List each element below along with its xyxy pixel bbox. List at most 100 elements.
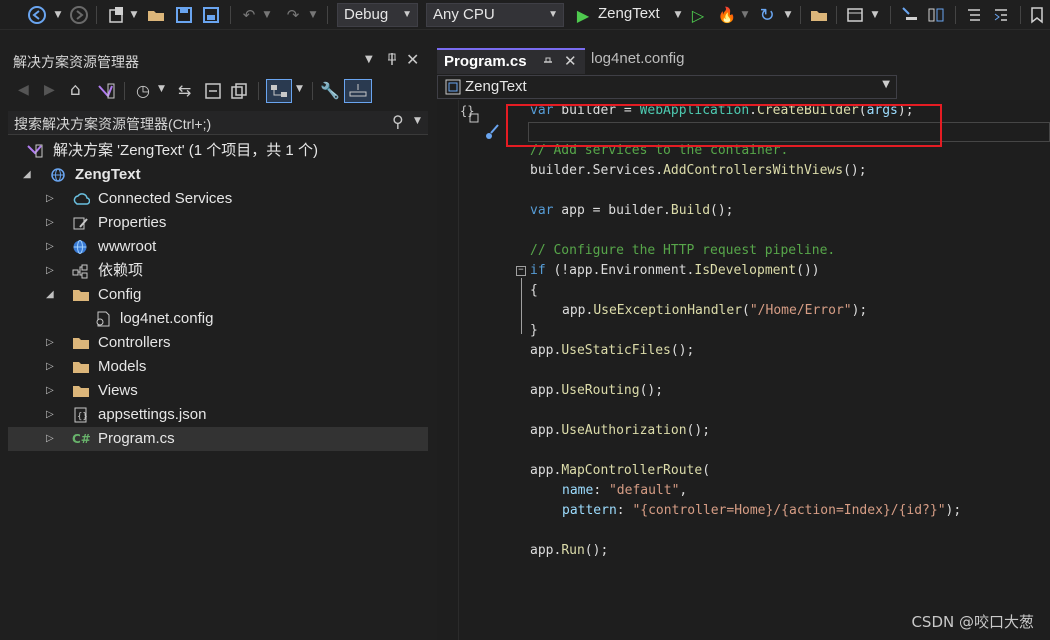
start-without-debug-icon[interactable]: ▷	[688, 5, 708, 25]
collapsed-arrow-icon[interactable]: ▷	[46, 187, 54, 211]
chevron-down-icon[interactable]: ▼	[52, 5, 64, 25]
tree-item-label: log4net.config	[120, 310, 214, 327]
collapse-all-icon[interactable]	[204, 82, 222, 104]
code-editor[interactable]	[437, 100, 1050, 640]
project-node[interactable]: ◢ ZengText	[8, 163, 428, 187]
tree-item-label: Controllers	[98, 334, 171, 351]
save-all-icon[interactable]	[200, 5, 222, 25]
solution-explorer-title: 解决方案资源管理器	[13, 54, 139, 70]
collapsed-arrow-icon[interactable]: ▷	[46, 235, 54, 259]
navigation-bar-scope[interactable]: ZengText ▼	[437, 75, 897, 99]
refresh-icon[interactable]: ↻	[756, 5, 778, 26]
preview-toggle-icon[interactable]	[344, 79, 372, 103]
startup-project-label[interactable]: ZengText	[598, 5, 660, 22]
folder-search-icon[interactable]	[808, 5, 830, 25]
tab-log4net-config[interactable]: log4net.config	[591, 50, 751, 72]
code-line: {	[530, 283, 538, 298]
chevron-down-icon[interactable]: ▼	[870, 5, 880, 25]
solution-explorer-toolbar: ◀ ▶ ⌂ ◷ ▼ ⇆ ▼ 🔧	[8, 77, 428, 107]
chevron-down-icon[interactable]: ▼	[783, 5, 793, 25]
chevron-down-icon: ▼	[402, 9, 412, 20]
hot-reload-icon[interactable]: 🔥	[716, 5, 738, 25]
tree-item-label: 依赖项	[98, 262, 144, 279]
pin-icon[interactable]	[386, 51, 398, 71]
solution-search-input[interactable]: 搜索解决方案资源管理器(Ctrl+;) ⚲ ▼	[8, 111, 428, 135]
chevron-down-icon[interactable]: ▼	[673, 5, 683, 25]
tree-item-wwwroot[interactable]: ▷ wwwroot	[8, 235, 428, 259]
undo-icon[interactable]: ↶	[238, 5, 260, 25]
expanded-arrow-icon[interactable]: ◢	[23, 163, 31, 187]
svg-text:{}: {}	[77, 412, 88, 422]
close-icon[interactable]: ✕	[406, 50, 419, 69]
quick-action-brush-icon[interactable]	[483, 122, 503, 146]
configuration-select[interactable]: Debug ▼	[337, 3, 418, 27]
pin-icon[interactable]	[543, 54, 553, 74]
navigate-back-icon[interactable]	[26, 5, 48, 25]
project-scope-icon	[444, 78, 462, 100]
properties-wrench-icon	[72, 215, 90, 231]
tab-label: Program.cs	[444, 53, 527, 70]
new-project-icon[interactable]	[106, 5, 128, 25]
tree-item-controllers[interactable]: ▷ Controllers	[8, 331, 428, 355]
breakpoint-icon[interactable]	[898, 5, 920, 25]
show-all-files-icon[interactable]	[230, 82, 248, 104]
layout-icon[interactable]	[844, 5, 866, 25]
collapse-block-icon[interactable]: −	[516, 266, 526, 276]
back-icon[interactable]: ◀	[18, 82, 29, 98]
tree-item-program-cs[interactable]: ▷ C# Program.cs	[8, 427, 428, 451]
solution-node[interactable]: 解决方案 'ZengText' (1 个项目，共 1 个)	[8, 139, 428, 163]
tree-item-connected-services[interactable]: ▷ Connected Services	[8, 187, 428, 211]
platform-select[interactable]: Any CPU ▼	[426, 3, 564, 27]
comment-lines-icon[interactable]	[963, 5, 985, 25]
start-debug-icon[interactable]: ▶	[573, 5, 593, 25]
chevron-down-icon[interactable]: ▼	[414, 116, 421, 126]
scope-label: ZengText	[465, 78, 527, 95]
collapsed-arrow-icon[interactable]: ▷	[46, 379, 54, 403]
close-icon[interactable]: ✕	[564, 52, 577, 70]
forward-icon[interactable]: ▶	[44, 82, 55, 98]
search-icon[interactable]: ⚲	[392, 112, 404, 131]
collapsed-arrow-icon[interactable]: ▷	[46, 331, 54, 355]
chevron-down-icon[interactable]: ▼	[296, 84, 303, 94]
bookmark-icon[interactable]	[1028, 5, 1046, 25]
chevron-down-icon[interactable]: ▼	[365, 54, 373, 65]
expanded-arrow-icon[interactable]: ◢	[46, 283, 54, 307]
code-line: }	[530, 323, 538, 338]
format-icon[interactable]	[925, 5, 947, 25]
tree-item-dependencies[interactable]: ▷ 依赖项	[8, 259, 428, 283]
chevron-down-icon[interactable]: ▼	[262, 5, 272, 25]
tree-item-appsettings[interactable]: ▷ {} appsettings.json	[8, 403, 428, 427]
navigate-forward-icon[interactable]	[68, 5, 90, 25]
collapsed-arrow-icon[interactable]: ▷	[46, 259, 54, 283]
save-icon[interactable]	[173, 5, 195, 25]
tab-program-cs[interactable]: Program.cs ✕	[437, 48, 585, 74]
open-folder-icon[interactable]	[145, 5, 167, 25]
collapsed-arrow-icon[interactable]: ▷	[46, 403, 54, 427]
tree-item-log4net-config[interactable]: log4net.config	[8, 307, 428, 331]
code-line: app.UseRouting();	[530, 383, 664, 398]
tree-item-models[interactable]: ▷ Models	[8, 355, 428, 379]
tree-item-views[interactable]: ▷ Views	[8, 379, 428, 403]
chevron-down-icon[interactable]: ▼	[308, 5, 318, 25]
uncomment-lines-icon[interactable]	[990, 5, 1012, 25]
tree-item-properties[interactable]: ▷ Properties	[8, 211, 428, 235]
sync-icon[interactable]: ⇆	[178, 81, 191, 100]
chevron-down-icon[interactable]: ▼	[158, 84, 165, 94]
folder-icon	[72, 359, 90, 375]
history-icon[interactable]: ◷	[136, 81, 150, 100]
collapsed-arrow-icon[interactable]: ▷	[46, 427, 54, 451]
vs-switch-icon[interactable]	[96, 82, 116, 104]
code-line: app.UseStaticFiles();	[530, 343, 695, 358]
web-project-icon	[50, 167, 68, 183]
collapsed-arrow-icon[interactable]: ▷	[46, 211, 54, 235]
chevron-down-icon[interactable]: ▼	[129, 5, 139, 25]
redo-icon[interactable]: ↷	[282, 5, 304, 25]
tree-item-config[interactable]: ◢ Config	[8, 283, 428, 307]
home-icon[interactable]: ⌂	[70, 80, 81, 100]
folder-icon	[72, 335, 90, 351]
collapsed-arrow-icon[interactable]: ▷	[46, 355, 54, 379]
chevron-down-icon[interactable]: ▼	[740, 5, 750, 25]
wrench-icon[interactable]: 🔧	[320, 81, 340, 100]
code-line: app.MapControllerRoute(	[530, 463, 711, 478]
view-toggle-icon[interactable]	[266, 79, 292, 103]
